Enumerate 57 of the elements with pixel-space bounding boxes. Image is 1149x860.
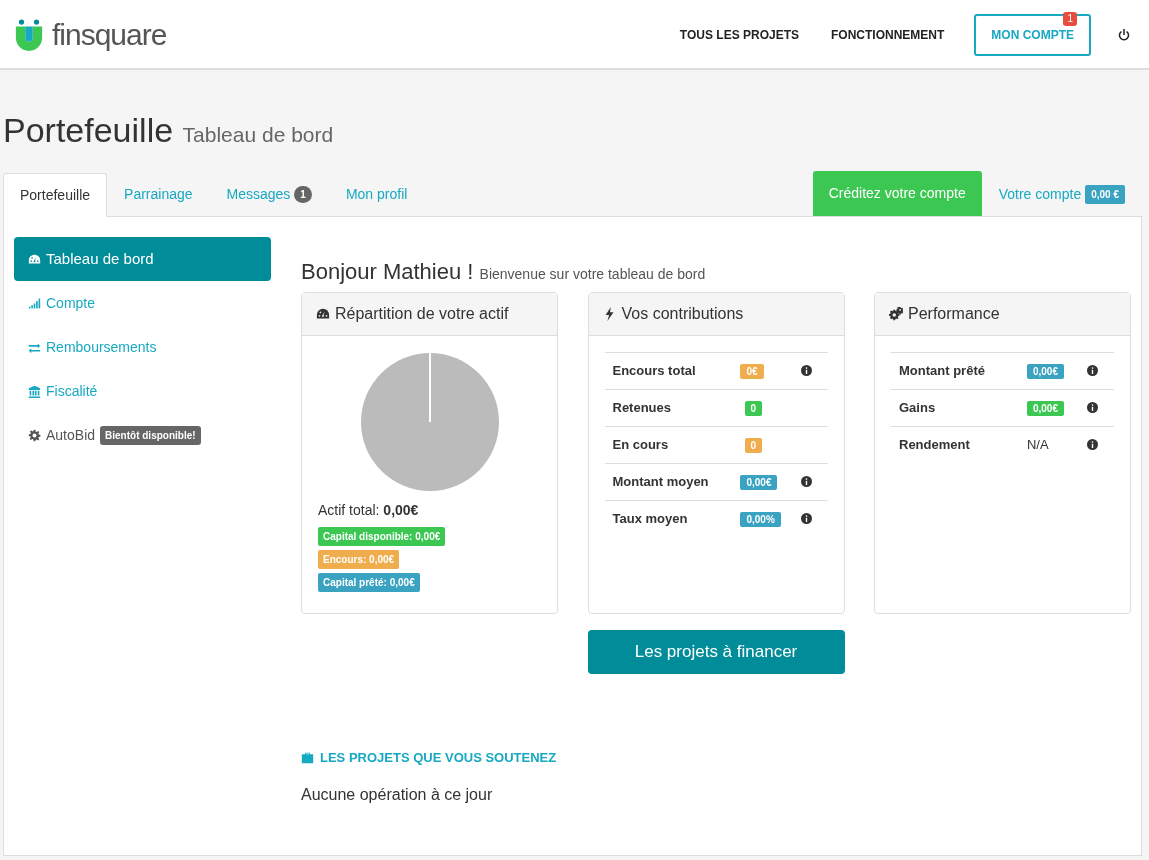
nav-link[interactable]: TOUS LES PROJETS	[663, 17, 815, 52]
page-title: Portefeuille	[3, 111, 174, 149]
arrows-icon	[28, 341, 41, 355]
empty-message: Aucune opération à ce jour	[301, 785, 494, 806]
stat-value: 0,00€	[1026, 401, 1064, 417]
notification-badge: 1	[1063, 11, 1077, 26]
sidebar-item[interactable]: Tableau de bord	[14, 236, 271, 282]
balance-badge: 0,00 €	[1085, 184, 1125, 204]
total-value: 0,00€	[383, 501, 419, 518]
gauge-icon	[28, 252, 41, 266]
tab[interactable]: Mon profil	[328, 171, 425, 216]
power-icon	[1118, 28, 1130, 41]
card-title: Vos contributions	[621, 303, 744, 324]
account-link[interactable]: Votre compte 0,00 €	[981, 171, 1142, 216]
legend-tag: Capital prêté: 0,00€	[318, 572, 420, 592]
logo-text: finsquare	[52, 16, 167, 53]
section-heading: LES PROJETS QUE VOUS SOUTENEZ	[320, 748, 557, 767]
briefcase-icon	[301, 751, 314, 765]
stat-label: Rendement	[899, 436, 971, 455]
stat-label: Gains	[899, 399, 937, 418]
legend-tag: Capital disponible: 0,00€	[318, 526, 446, 546]
card-title: Performance	[908, 303, 1000, 324]
stat-value: 0,00%	[740, 512, 781, 528]
tab[interactable]: Portefeuille	[3, 172, 108, 217]
stat-value: 0	[744, 401, 763, 417]
stat-label: Encours total	[612, 362, 697, 381]
signal-bars-icon	[28, 297, 41, 311]
stat-label: Montant moyen	[612, 473, 710, 492]
legend-tag: Encours: 0,00€	[318, 549, 400, 569]
stat-label: En cours	[612, 436, 670, 455]
stat-value: 0€	[740, 364, 764, 380]
nav-link[interactable]: FONCTIONNEMENT	[815, 17, 961, 52]
sidebar-item[interactable]: Compte	[14, 282, 271, 326]
stat-label: Montant prêté	[899, 362, 986, 381]
gauge-icon	[316, 306, 330, 321]
stat-label: Taux moyen	[612, 510, 689, 529]
count-badge: 1	[294, 185, 312, 203]
stat-value: 0	[744, 438, 763, 454]
status-badge: Bientôt disponible!	[100, 426, 201, 446]
greeting-subtitle: Bienvenue sur votre tableau de bord	[479, 265, 706, 282]
card-title: Répartition de votre actif	[335, 303, 509, 324]
greeting-title: Bonjour Mathieu !	[301, 258, 474, 284]
credit-button[interactable]: Créditez votre compte	[812, 170, 982, 216]
bank-icon	[28, 385, 41, 399]
sidebar-item[interactable]: Fiscalité	[14, 370, 271, 414]
stat-value: 0,00€	[1026, 364, 1064, 380]
tab[interactable]: Parrainage	[107, 171, 210, 216]
sidebar-item[interactable]: Remboursements	[14, 326, 271, 370]
total-label: Actif total:	[318, 501, 380, 518]
page-subtitle: Tableau de bord	[182, 123, 334, 146]
stat-value: N/A	[1026, 437, 1049, 453]
tab[interactable]: Messages 1	[209, 171, 329, 216]
gears-icon	[889, 306, 903, 321]
stat-value: 0,00€	[740, 475, 778, 491]
gear-icon	[28, 429, 41, 443]
projects-button[interactable]: Les projets à financer	[587, 629, 845, 674]
stat-label: Retenues	[612, 399, 673, 418]
